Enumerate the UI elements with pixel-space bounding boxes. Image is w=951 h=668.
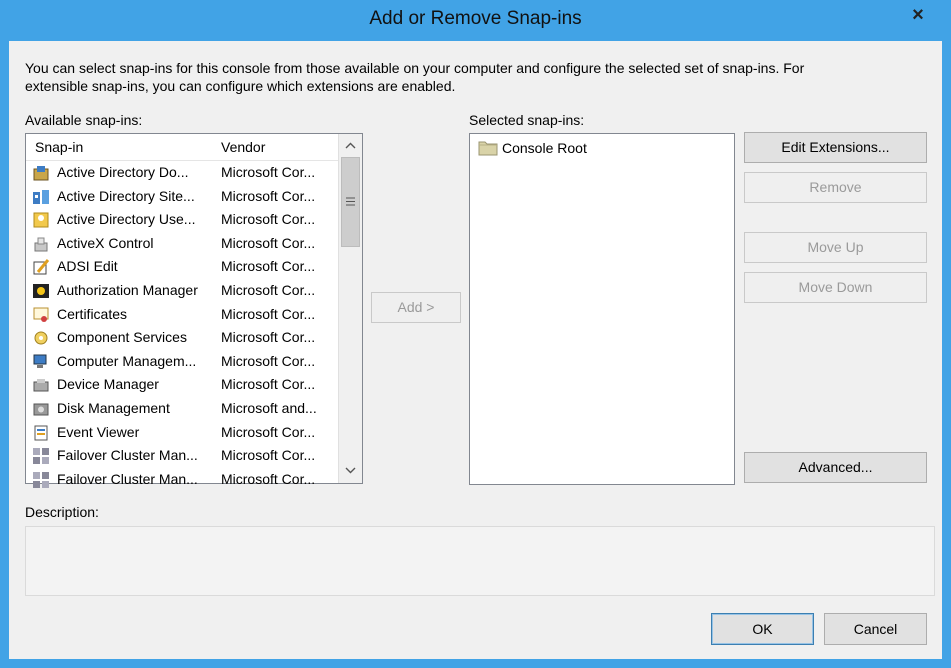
computer-management-icon (33, 354, 47, 368)
authorization-icon (33, 284, 49, 298)
dialog-window: Add or Remove Snap-ins × You can select … (0, 0, 951, 668)
ad-sites-icon (33, 189, 49, 204)
snapin-name: Active Directory Site... (57, 187, 195, 204)
snapin-name: Component Services (57, 329, 187, 346)
scroll-up-button[interactable] (340, 135, 361, 156)
snapin-name: Event Viewer (57, 423, 140, 440)
snapin-name: ADSI Edit (57, 258, 118, 275)
table-row[interactable]: Event Viewer Microsoft Cor... (26, 421, 339, 444)
cancel-button[interactable]: Cancel (824, 613, 927, 645)
table-row[interactable]: Component Services Microsoft Cor... (26, 326, 339, 349)
snapin-vendor: Microsoft Cor... (221, 234, 316, 251)
table-row[interactable]: Disk Management Microsoft and... (26, 397, 339, 420)
snapin-name: Active Directory Do... (57, 164, 189, 180)
selected-snapins-label: Selected snap-ins: (469, 112, 585, 128)
column-header-snapin[interactable]: Snap-in (35, 139, 83, 155)
snapin-name: Certificates (57, 305, 128, 322)
dialog-client-area: You can select snap-ins for this console… (9, 41, 942, 659)
title-bar[interactable]: Add or Remove Snap-ins × (0, 0, 951, 40)
scroll-thumb[interactable] (341, 157, 360, 247)
column-header-vendor[interactable]: Vendor (221, 139, 265, 155)
list-header: Snap-in Vendor (26, 134, 339, 161)
remove-button[interactable]: Remove (744, 172, 927, 203)
snapin-vendor: Microsoft Cor... (221, 187, 316, 204)
selected-snapins-list[interactable]: Console Root (469, 133, 735, 485)
ad-users-icon (33, 212, 49, 228)
intro-text: You can select snap-ins for this console… (25, 59, 905, 95)
snapin-vendor: Microsoft Cor... (221, 470, 316, 487)
snapin-vendor: Microsoft Cor... (221, 211, 316, 228)
event-viewer-icon (34, 425, 48, 441)
close-button[interactable]: × (903, 3, 933, 27)
available-snapins-label: Available snap-ins: (25, 112, 143, 128)
snapin-vendor: Microsoft Cor... (221, 305, 316, 322)
intro-text-line-1: You can select snap-ins for this console… (25, 60, 805, 76)
intro-text-line-2: extensible snap-ins, you can configure w… (25, 78, 456, 94)
table-row[interactable]: Device Manager Microsoft Cor... (26, 373, 339, 396)
edit-extensions-button[interactable]: Edit Extensions... (744, 132, 927, 163)
failover-cluster-icon (33, 471, 49, 488)
snapin-name: Failover Cluster Man... (57, 447, 198, 464)
add-button[interactable]: Add > (371, 292, 461, 323)
snapin-name: Computer Managem... (57, 352, 197, 369)
snapin-vendor: Microsoft Cor... (221, 282, 316, 298)
snapin-name: Failover Cluster Man... (57, 470, 198, 487)
table-row[interactable]: Certificates Microsoft Cor... (26, 303, 339, 326)
snapin-name: Active Directory Use... (57, 211, 196, 228)
snapin-vendor: Microsoft and... (221, 400, 317, 416)
scroll-down-button[interactable] (340, 460, 361, 481)
description-label: Description: (25, 504, 99, 520)
table-row[interactable]: Active Directory Site... Microsoft Cor... (26, 185, 339, 208)
move-up-button[interactable]: Move Up (744, 232, 927, 263)
snapin-vendor: Microsoft Cor... (221, 376, 316, 393)
snapin-vendor: Microsoft Cor... (221, 329, 316, 346)
device-manager-icon (33, 379, 49, 392)
snapin-vendor: Microsoft Cor... (221, 423, 316, 440)
table-row[interactable]: Failover Cluster Man... Microsoft Cor... (26, 468, 339, 491)
table-row[interactable]: Active Directory Use... Microsoft Cor... (26, 208, 339, 231)
table-row[interactable]: Active Directory Do... Microsoft Cor... (26, 161, 339, 184)
snapin-name: Device Manager (57, 376, 159, 393)
failover-cluster-icon (33, 448, 49, 465)
certificates-icon (33, 307, 49, 322)
folder-icon (478, 141, 498, 156)
table-row[interactable]: ActiveX Control Microsoft Cor... (26, 232, 339, 255)
snapin-name: Authorization Manager (57, 282, 198, 298)
list-item[interactable]: Console Root (478, 137, 718, 159)
chevron-down-icon (345, 467, 356, 474)
snapin-vendor: Microsoft Cor... (221, 164, 316, 180)
list-item-label: Console Root (502, 140, 587, 156)
snapin-name: Disk Management (57, 400, 170, 416)
description-box (25, 526, 935, 596)
activex-icon (34, 237, 48, 252)
snapin-vendor: Microsoft Cor... (221, 447, 316, 464)
component-services-icon (34, 331, 48, 345)
ad-domains-icon (33, 166, 49, 181)
grip-icon (346, 197, 355, 206)
disk-management-icon (33, 403, 49, 416)
ok-button[interactable]: OK (711, 613, 814, 645)
dialog-title: Add or Remove Snap-ins (369, 8, 582, 29)
table-row[interactable]: ADSI Edit Microsoft Cor... (26, 255, 339, 278)
table-row[interactable]: Computer Managem... Microsoft Cor... (26, 350, 339, 373)
snapin-name: ActiveX Control (57, 234, 154, 251)
vertical-scrollbar[interactable] (338, 134, 362, 483)
adsi-edit-icon (33, 259, 50, 275)
table-row[interactable]: Failover Cluster Man... Microsoft Cor... (26, 444, 339, 467)
chevron-up-icon (345, 142, 356, 149)
available-snapins-list[interactable]: Snap-in Vendor Active Directory Do... Mic… (25, 133, 363, 488)
advanced-button[interactable]: Advanced... (744, 452, 927, 483)
move-down-button[interactable]: Move Down (744, 272, 927, 303)
snapin-vendor: Microsoft Cor... (221, 352, 316, 369)
table-row[interactable]: Authorization Manager Microsoft Cor... (26, 279, 339, 302)
snapin-vendor: Microsoft Cor... (221, 258, 316, 275)
